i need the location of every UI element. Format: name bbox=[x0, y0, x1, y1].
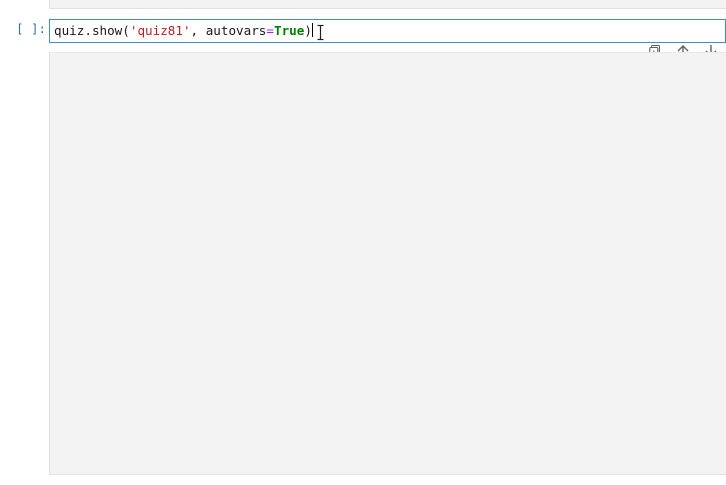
code-equals: = bbox=[266, 23, 274, 38]
text-caret bbox=[311, 23, 313, 37]
code-cell-editor[interactable]: quiz.show('quiz81', autovars=True) bbox=[49, 19, 726, 58]
code-comma: , bbox=[190, 23, 206, 38]
text-cursor-icon bbox=[317, 24, 324, 41]
code-keyword-value: True bbox=[273, 23, 305, 38]
code-line[interactable]: quiz.show('quiz81', autovars=True) bbox=[54, 23, 313, 39]
code-kwarg: autovars bbox=[205, 23, 267, 38]
code-string-arg: 'quiz81' bbox=[129, 23, 191, 38]
code-dot: . bbox=[84, 23, 92, 38]
code-method: show bbox=[91, 23, 123, 38]
cell-prompt: [ ]: bbox=[16, 22, 46, 36]
previous-cell-output bbox=[49, 0, 726, 9]
code-close-paren: ) bbox=[304, 23, 312, 38]
code-open-paren: ( bbox=[122, 23, 130, 38]
code-object: quiz bbox=[54, 23, 85, 38]
cell-output-area bbox=[49, 52, 726, 475]
